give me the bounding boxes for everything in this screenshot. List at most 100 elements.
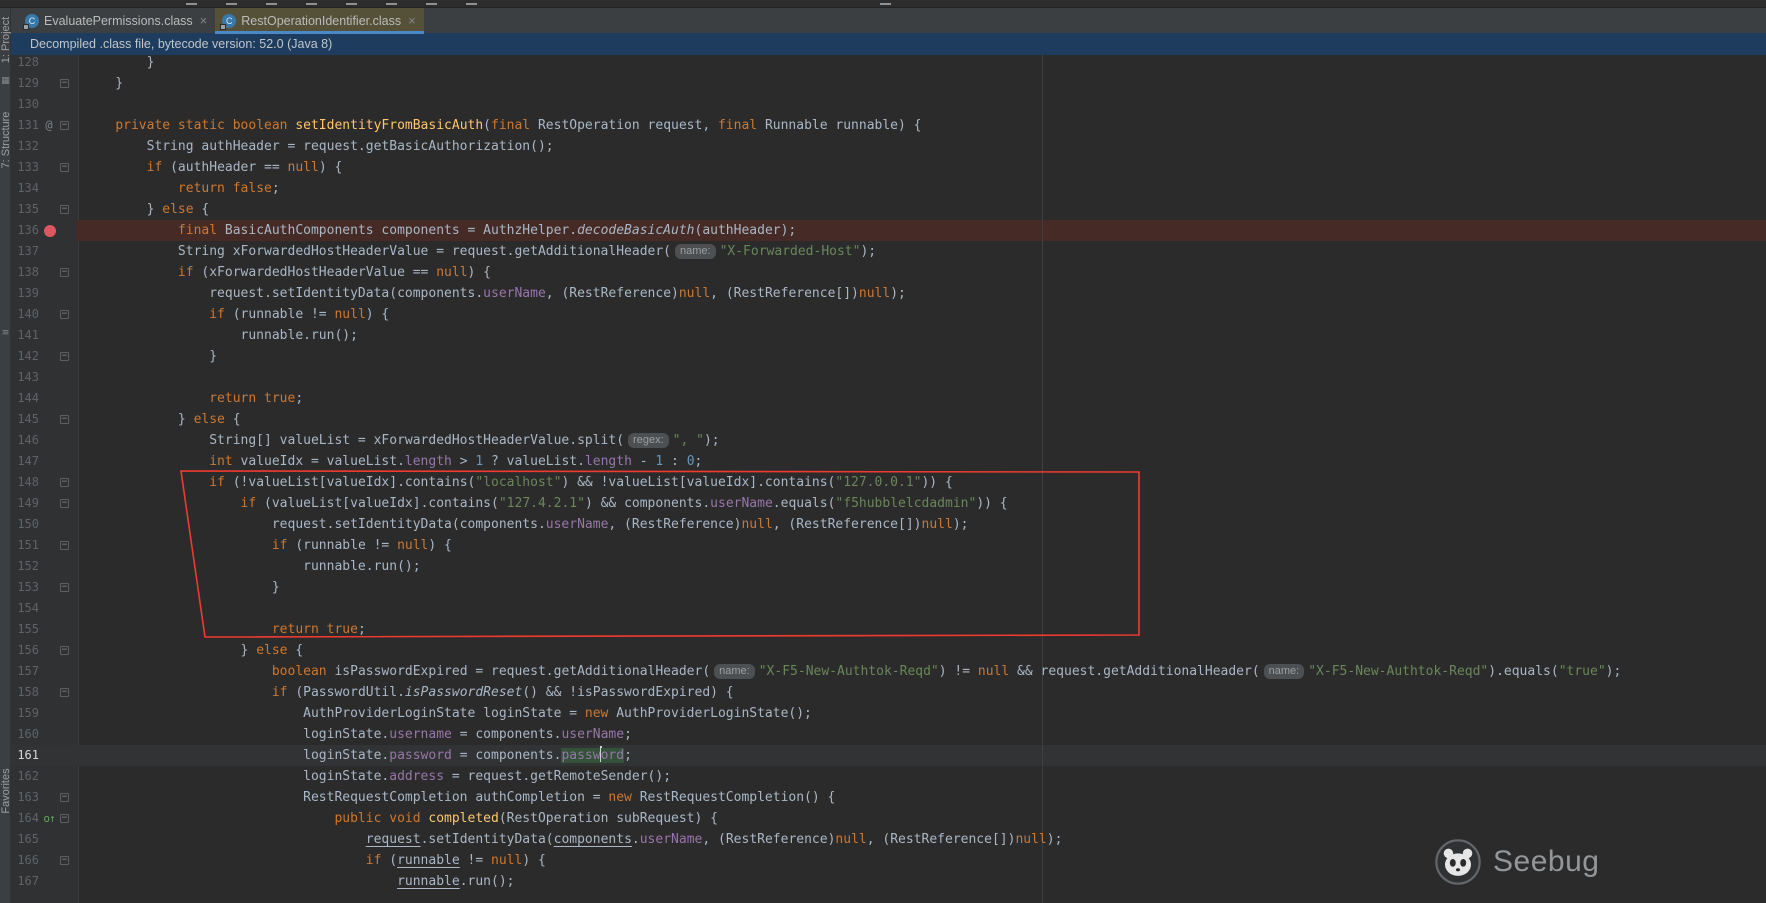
- code-token: "X-Forwarded-Host": [720, 244, 861, 259]
- tool-window-button-favorites[interactable]: Favorites: [0, 754, 13, 828]
- code-token: [84, 832, 366, 847]
- code-token: ", ": [673, 433, 704, 448]
- code-line[interactable]: int valueIdx = valueList.length > 1 ? va…: [0, 451, 1766, 472]
- code-token: ) {: [522, 853, 545, 868]
- tab-close-icon[interactable]: ×: [408, 14, 416, 27]
- menu-bar[interactable]: [0, 0, 1766, 8]
- code-token: false: [233, 181, 272, 196]
- code-token: ) {: [366, 307, 389, 322]
- code-line[interactable]: if (authHeader == null) {: [0, 157, 1766, 178]
- code-token: -: [632, 454, 655, 469]
- code-token: , (RestReference): [546, 286, 679, 301]
- code-line[interactable]: loginState.username = components.userNam…: [0, 724, 1766, 745]
- code-token: }: [84, 76, 123, 91]
- code-line[interactable]: public void completed(RestOperation subR…: [0, 808, 1766, 829]
- code-token: );: [1047, 832, 1063, 847]
- code-line[interactable]: }: [0, 577, 1766, 598]
- code-line[interactable]: if (valueList[valueIdx].contains("127.4.…: [0, 493, 1766, 514]
- code-token: = components.: [452, 727, 562, 742]
- code-line[interactable]: if (runnable != null) {: [0, 304, 1766, 325]
- code-token: && request.getAdditionalHeader(: [1009, 664, 1259, 679]
- code-token: [84, 496, 241, 511]
- code-line[interactable]: request.setIdentityData(components.userN…: [0, 514, 1766, 535]
- code-token: userName: [546, 517, 609, 532]
- code-line[interactable]: [0, 598, 1766, 619]
- code-line[interactable]: RestRequestCompletion authCompletion = n…: [0, 787, 1766, 808]
- code-token: [84, 307, 209, 322]
- code-token: if: [209, 307, 225, 322]
- code-token: (runnable !=: [225, 307, 335, 322]
- code-line[interactable]: [0, 94, 1766, 115]
- code-token: [84, 811, 334, 826]
- code-token: )) {: [921, 475, 952, 490]
- code-token: [84, 874, 397, 889]
- code-line[interactable]: String xForwardedHostHeaderValue = reque…: [0, 241, 1766, 262]
- editor-tab-bar: CEvaluatePermissions.class×CRestOperatio…: [11, 8, 1766, 33]
- code-token: );: [953, 517, 969, 532]
- code-token: runnable: [397, 853, 460, 868]
- code-token: if: [147, 160, 163, 175]
- code-token: null: [741, 517, 772, 532]
- code-token: :: [663, 454, 686, 469]
- code-token: if: [241, 496, 257, 511]
- tab-close-icon[interactable]: ×: [200, 14, 208, 27]
- tab-evaluatepermissions-class[interactable]: CEvaluatePermissions.class×: [18, 8, 215, 33]
- tab-restoperationidentifier-class[interactable]: CRestOperationIdentifier.class×: [215, 8, 423, 33]
- code-line[interactable]: runnable.run();: [0, 325, 1766, 346]
- code-token: .equals(: [773, 496, 836, 511]
- code-token: String xForwardedHostHeaderValue = reque…: [84, 244, 671, 259]
- code-token: RestOperation request,: [538, 118, 718, 133]
- code-line[interactable]: }: [0, 52, 1766, 73]
- code-line[interactable]: private static boolean setIdentityFromBa…: [0, 115, 1766, 136]
- code-token: loginState.: [84, 769, 389, 784]
- code-line[interactable]: loginState.address = request.getRemoteSe…: [0, 766, 1766, 787]
- code-line[interactable]: return true;: [0, 619, 1766, 640]
- code-token: userName: [710, 496, 773, 511]
- tool-window-grid-icon[interactable]: ▦: [0, 76, 11, 86]
- code-line[interactable]: if (!valueList[valueIdx].contains("local…: [0, 472, 1766, 493]
- code-line[interactable]: final BasicAuthComponents components = A…: [0, 220, 1766, 241]
- code-token: public void: [334, 811, 420, 826]
- code-line[interactable]: return false;: [0, 178, 1766, 199]
- parameter-hint-chip: name:: [675, 244, 716, 259]
- code-token: () && !isPasswordExpired) {: [522, 685, 733, 700]
- code-token: [256, 391, 264, 406]
- code-editor[interactable]: 128129−130131@−132133−134135−136137138−1…: [0, 33, 1766, 903]
- code-token: .: [632, 832, 640, 847]
- code-token: [84, 265, 178, 280]
- code-line[interactable]: } else {: [0, 199, 1766, 220]
- code-line[interactable]: return true;: [0, 388, 1766, 409]
- code-token: loginState.: [84, 748, 389, 763]
- code-token: [84, 664, 272, 679]
- tab-label: RestOperationIdentifier.class: [241, 14, 401, 28]
- code-line[interactable]: request.setIdentityData(components.userN…: [0, 283, 1766, 304]
- tool-window-button-structure[interactable]: 7: Structure: [0, 103, 13, 177]
- code-token: }: [84, 349, 217, 364]
- code-line[interactable]: } else {: [0, 409, 1766, 430]
- code-line[interactable]: if (xForwardedHostHeaderValue == null) {: [0, 262, 1766, 283]
- code-line[interactable]: } else {: [0, 640, 1766, 661]
- code-token: runnable.run();: [84, 559, 421, 574]
- tool-window-lines-icon[interactable]: ≡: [0, 328, 11, 338]
- code-token: password: [389, 748, 452, 763]
- code-token: [84, 118, 115, 133]
- code-line[interactable]: if (runnable != null) {: [0, 535, 1766, 556]
- code-line[interactable]: }: [0, 346, 1766, 367]
- code-line[interactable]: String[] valueList = xForwardedHostHeade…: [0, 430, 1766, 451]
- code-token: ;: [272, 181, 280, 196]
- code-line[interactable]: loginState.password = components.passwor…: [0, 745, 1766, 766]
- code-token: new: [608, 790, 631, 805]
- code-line[interactable]: }: [0, 73, 1766, 94]
- code-line[interactable]: String authHeader = request.getBasicAuth…: [0, 136, 1766, 157]
- code-line[interactable]: runnable.run();: [0, 556, 1766, 577]
- code-token: request.setIdentityData(components.: [84, 517, 546, 532]
- menu-artifact: [226, 3, 237, 5]
- code-line[interactable]: if (PasswordUtil.isPasswordReset() && !i…: [0, 682, 1766, 703]
- code-token: final: [491, 118, 538, 133]
- code-token: int: [209, 454, 232, 469]
- code-line[interactable]: boolean isPasswordExpired = request.getA…: [0, 661, 1766, 682]
- code-line[interactable]: AuthProviderLoginState loginState = new …: [0, 703, 1766, 724]
- code-line[interactable]: [0, 367, 1766, 388]
- code-token: .setIdentityData(: [421, 832, 554, 847]
- code-token: = request.getRemoteSender();: [444, 769, 671, 784]
